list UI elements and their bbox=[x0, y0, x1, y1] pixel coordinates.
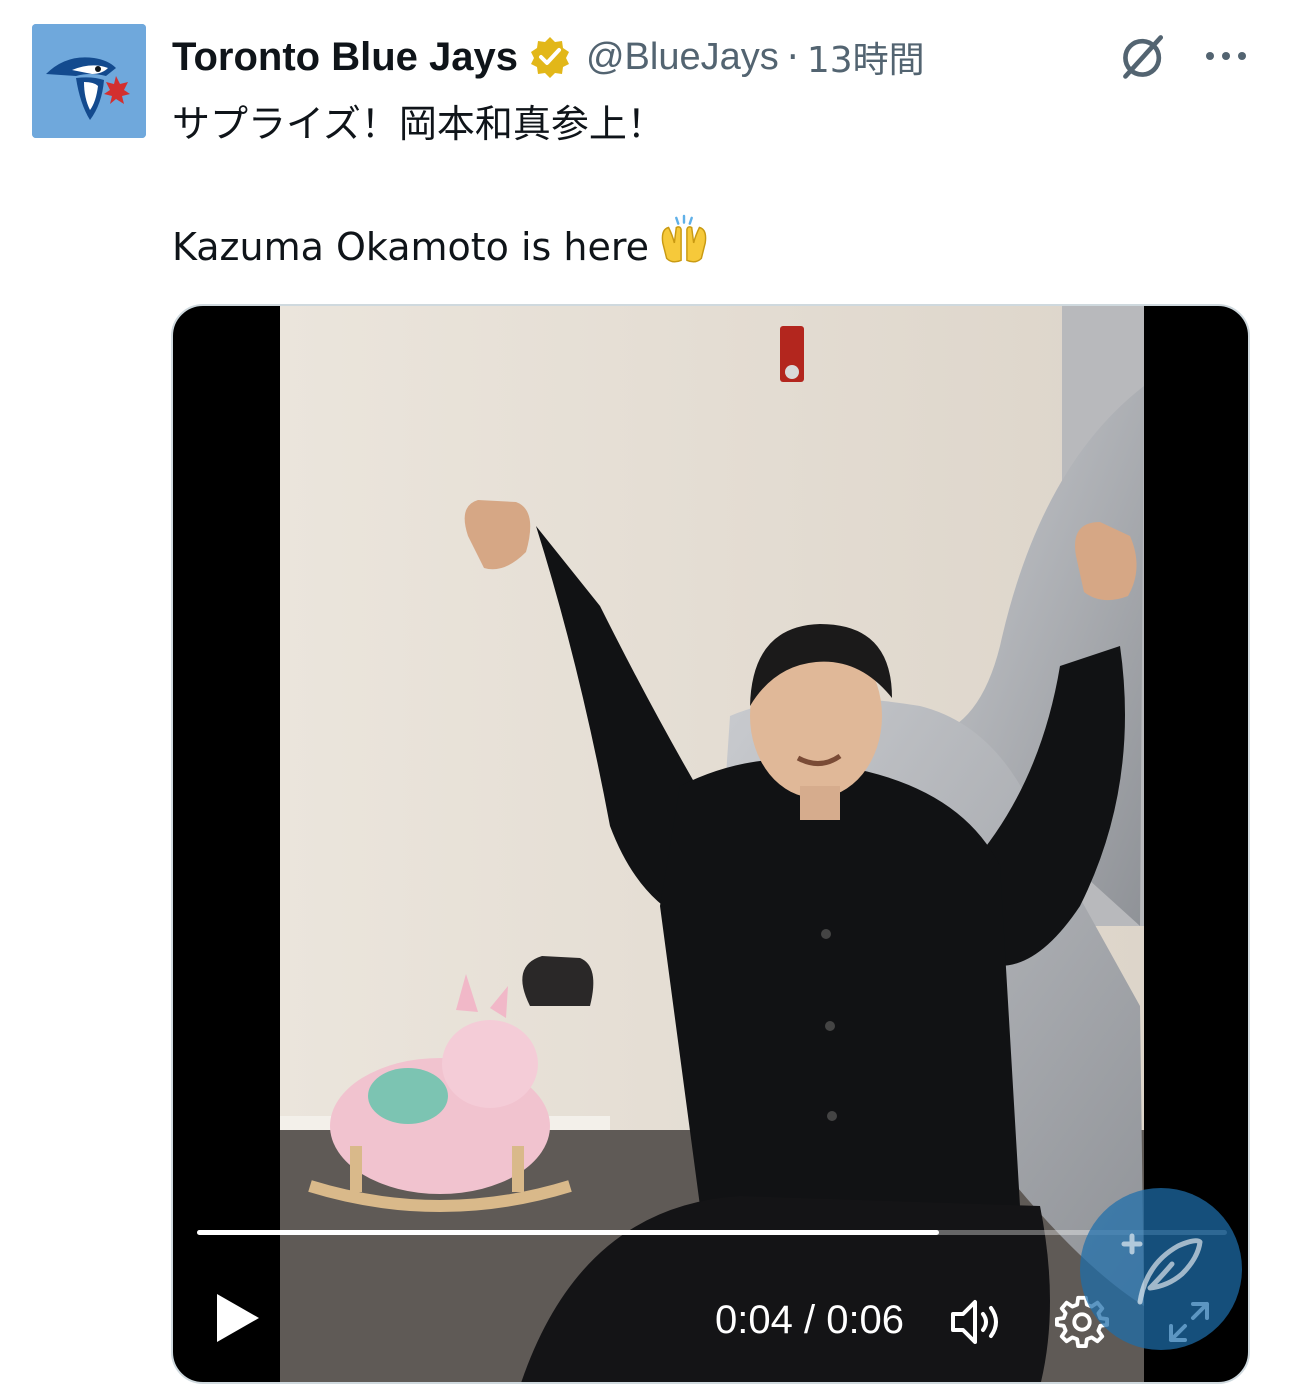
video-progress-fill bbox=[197, 1230, 939, 1235]
tweet-text-line-english: Kazuma Okamoto is here bbox=[172, 214, 1232, 283]
tweet-header: Toronto Blue Jays @BlueJays · 13時間 bbox=[172, 30, 925, 84]
video-frame[interactable] bbox=[280, 306, 1144, 1382]
video-still-image bbox=[280, 306, 1144, 1382]
more-icon[interactable] bbox=[1196, 28, 1256, 84]
blue-jays-logo-icon bbox=[32, 24, 146, 138]
volume-icon bbox=[951, 1300, 998, 1344]
tweet-text-line-japanese: サプライズ！岡本和真参上！ bbox=[172, 102, 665, 146]
volume-button[interactable] bbox=[949, 1294, 1007, 1350]
compose-floating-button[interactable] bbox=[1080, 1188, 1242, 1350]
grok-icon[interactable] bbox=[1116, 28, 1172, 84]
author-name[interactable]: Toronto Blue Jays bbox=[172, 35, 518, 80]
tweet-text-english: Kazuma Okamoto is here bbox=[172, 225, 650, 269]
tweet-timestamp[interactable]: 13時間 bbox=[807, 31, 925, 83]
author-handle[interactable]: @BlueJays bbox=[586, 36, 779, 79]
tweet-text: サプライズ！岡本和真参上！ Kazuma Okamoto is here bbox=[172, 96, 1232, 283]
raising-hands-emoji-icon bbox=[657, 214, 711, 283]
avatar[interactable] bbox=[32, 24, 146, 138]
video-player[interactable]: 0:04 / 0:06 bbox=[171, 304, 1250, 1384]
verified-badge-icon[interactable] bbox=[528, 35, 572, 79]
play-icon bbox=[217, 1294, 259, 1342]
play-button[interactable] bbox=[211, 1290, 263, 1346]
video-time-display: 0:04 / 0:06 bbox=[715, 1298, 905, 1342]
video-progress-bar[interactable] bbox=[197, 1230, 1227, 1235]
header-separator: · bbox=[786, 35, 799, 79]
quill-icon bbox=[1121, 1233, 1203, 1305]
